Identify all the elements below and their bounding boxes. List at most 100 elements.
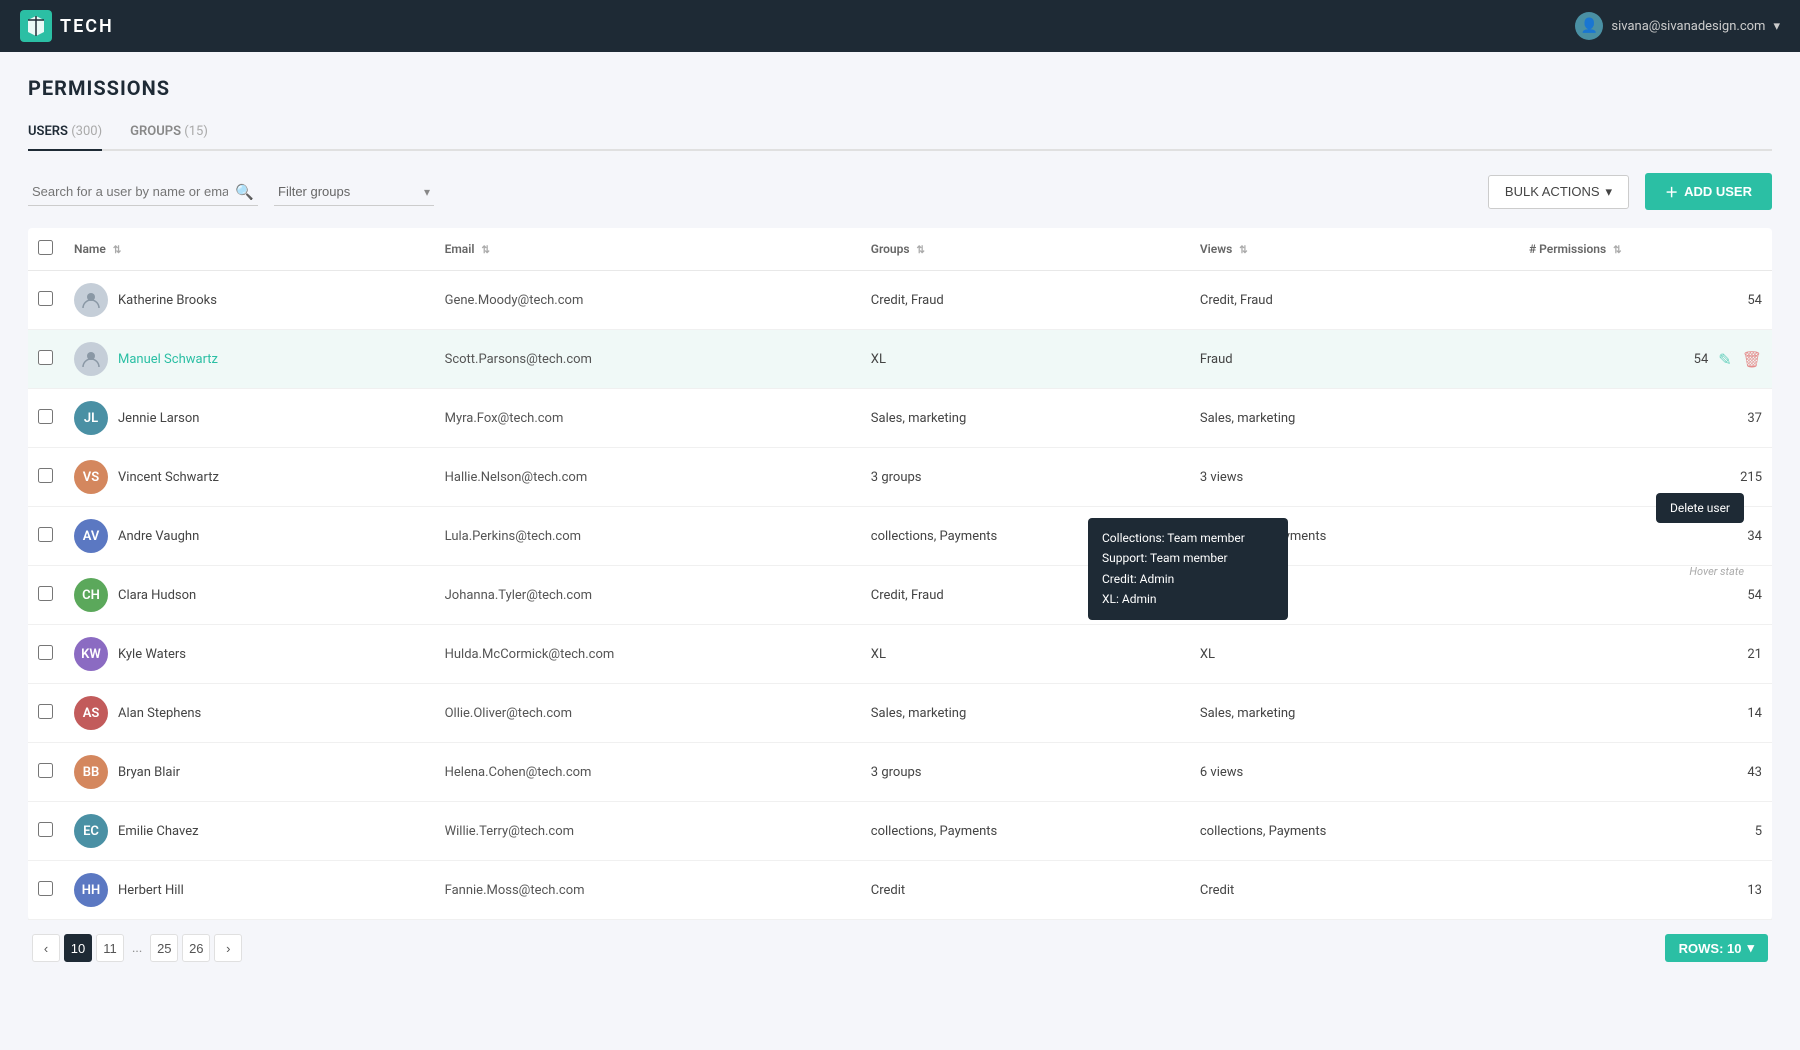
- user-email: sivana@sivanadesign.com: [1611, 19, 1765, 34]
- filter-groups-select[interactable]: Filter groups Credit Fraud Sales Marketi…: [274, 178, 434, 206]
- email-sort-icon: ⇅: [481, 245, 489, 256]
- row-checkbox[interactable]: [38, 586, 53, 601]
- header-groups[interactable]: Groups ⇅: [861, 228, 1190, 271]
- email-cell: Gene.Moody@tech.com: [435, 271, 861, 330]
- email-cell: Willie.Terry@tech.com: [435, 802, 861, 861]
- avatar: CH: [74, 578, 108, 612]
- permissions-count: 5: [1755, 824, 1762, 839]
- pagination-wrapper: ‹ 10 11 ... 25 26 › ROWS: 10 ▾: [28, 920, 1772, 976]
- logo[interactable]: TECH: [20, 10, 114, 42]
- row-checkbox-cell: [28, 330, 64, 389]
- email-text: Fannie.Moss@tech.com: [445, 883, 585, 898]
- groups-cell: Sales, marketing: [861, 684, 1190, 743]
- groups-cell: Credit: [861, 861, 1190, 920]
- page-title: PERMISSIONS: [28, 76, 1772, 100]
- prev-page-button[interactable]: ‹: [32, 934, 60, 962]
- permissions-count: 14: [1747, 706, 1762, 721]
- row-checkbox-cell: [28, 566, 64, 625]
- row-checkbox[interactable]: [38, 822, 53, 837]
- page-25-button[interactable]: 25: [150, 934, 178, 962]
- avatar: HH: [74, 873, 108, 907]
- email-cell: Hulda.McCormick@tech.com: [435, 625, 861, 684]
- user-menu[interactable]: 👤 sivana@sivanadesign.com ▾: [1575, 12, 1780, 40]
- user-name[interactable]: Manuel Schwartz: [118, 352, 218, 367]
- row-checkbox-cell: [28, 507, 64, 566]
- groups-cell: XL: [861, 625, 1190, 684]
- permissions-count: 13: [1747, 883, 1762, 898]
- row-checkbox[interactable]: [38, 704, 53, 719]
- page-11-button[interactable]: 11: [96, 934, 124, 962]
- name-sort-icon: ⇅: [113, 245, 121, 256]
- name-cell: Manuel Schwartz: [64, 330, 435, 389]
- next-page-button[interactable]: ›: [214, 934, 242, 962]
- user-name: Jennie Larson: [118, 411, 200, 426]
- hover-state-label: Hover state: [1689, 565, 1744, 578]
- row-checkbox[interactable]: [38, 527, 53, 542]
- tab-users[interactable]: USERS (300): [28, 118, 102, 151]
- avatar: AS: [74, 696, 108, 730]
- delete-icon[interactable]: 🗑: [1742, 350, 1762, 369]
- select-all-checkbox[interactable]: [38, 240, 53, 255]
- page-10-button[interactable]: 10: [64, 934, 92, 962]
- name-cell: VS Vincent Schwartz: [64, 448, 435, 507]
- views-cell: collections, Payments: [1190, 507, 1519, 566]
- tab-groups[interactable]: GROUPS (15): [130, 118, 208, 151]
- row-checkbox-cell: [28, 684, 64, 743]
- header-email[interactable]: Email ⇅: [435, 228, 861, 271]
- table-row: Manuel Schwartz Scott.Parsons@tech.com X…: [28, 330, 1772, 389]
- avatar: KW: [74, 637, 108, 671]
- groups-cell: 3 groups: [861, 448, 1190, 507]
- row-checkbox[interactable]: [38, 645, 53, 660]
- table-row: JL Jennie Larson Myra.Fox@tech.com Sales…: [28, 389, 1772, 448]
- email-text: Scott.Parsons@tech.com: [445, 352, 592, 367]
- email-text: Johanna.Tyler@tech.com: [445, 588, 592, 603]
- search-wrapper: 🔍: [28, 178, 258, 206]
- views-cell: Credit: [1190, 861, 1519, 920]
- bulk-actions-label: BULK ACTIONS: [1505, 184, 1600, 199]
- permissions-sort-icon: ⇅: [1613, 245, 1621, 256]
- permissions-count: 215: [1740, 470, 1762, 485]
- email-text: Gene.Moody@tech.com: [445, 293, 584, 308]
- row-checkbox[interactable]: [38, 350, 53, 365]
- edit-icon[interactable]: ✎: [1718, 350, 1731, 369]
- header-permissions[interactable]: # Permissions ⇅: [1519, 228, 1772, 271]
- groups-cell: XL: [861, 330, 1190, 389]
- row-checkbox[interactable]: [38, 409, 53, 424]
- tab-groups-count: (15): [184, 124, 208, 139]
- add-user-button[interactable]: ＋ ADD USER: [1645, 173, 1772, 210]
- row-checkbox[interactable]: [38, 763, 53, 778]
- bulk-actions-button[interactable]: BULK ACTIONS ▾: [1488, 175, 1629, 209]
- user-chevron-icon: ▾: [1773, 19, 1780, 34]
- rows-label: ROWS: 10: [1679, 941, 1742, 956]
- rows-per-page-button[interactable]: ROWS: 10 ▾: [1665, 934, 1768, 962]
- user-name: Katherine Brooks: [118, 293, 217, 308]
- row-checkbox[interactable]: [38, 468, 53, 483]
- search-input[interactable]: [28, 178, 258, 206]
- row-checkbox-cell: [28, 448, 64, 507]
- rows-chevron-icon: ▾: [1747, 940, 1754, 956]
- header-name[interactable]: Name ⇅: [64, 228, 435, 271]
- permissions-cell: 14: [1519, 684, 1772, 743]
- name-cell: CH Clara Hudson: [64, 566, 435, 625]
- users-table: Name ⇅ Email ⇅ Groups ⇅ Views ⇅ # Permis…: [28, 228, 1772, 920]
- views-cell: Credit, Fraud: [1190, 566, 1519, 625]
- user-cell: BB Bryan Blair: [74, 755, 425, 789]
- user-cell: AS Alan Stephens: [74, 696, 425, 730]
- avatar: AV: [74, 519, 108, 553]
- header-views[interactable]: Views ⇅: [1190, 228, 1519, 271]
- permissions-cell: 21: [1519, 625, 1772, 684]
- permissions-count: 37: [1747, 411, 1762, 426]
- email-text: Ollie.Oliver@tech.com: [445, 706, 572, 721]
- row-checkbox[interactable]: [38, 291, 53, 306]
- avatar: BB: [74, 755, 108, 789]
- search-button[interactable]: 🔍: [235, 183, 254, 201]
- add-icon: ＋: [1665, 182, 1678, 201]
- row-checkbox[interactable]: [38, 881, 53, 896]
- user-cell: JL Jennie Larson: [74, 401, 425, 435]
- email-cell: Fannie.Moss@tech.com: [435, 861, 861, 920]
- filter-wrapper: Filter groups Credit Fraud Sales Marketi…: [274, 178, 434, 206]
- page-26-button[interactable]: 26: [182, 934, 210, 962]
- email-cell: Helena.Cohen@tech.com: [435, 743, 861, 802]
- logo-text: TECH: [60, 16, 114, 37]
- users-table-wrapper: Name ⇅ Email ⇅ Groups ⇅ Views ⇅ # Permis…: [28, 228, 1772, 920]
